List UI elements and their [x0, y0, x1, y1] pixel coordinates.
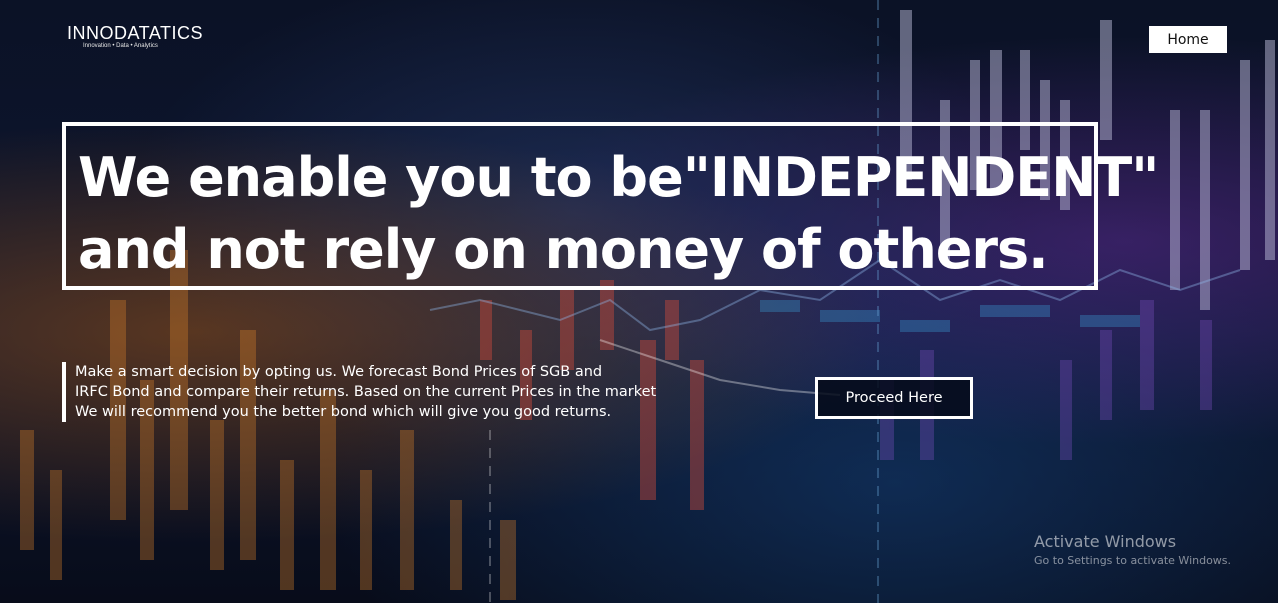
- background-candlestick-chart-image: [20, 0, 1275, 603]
- brand-logo[interactable]: INNODATATICS Innovation • Data • Analyti…: [67, 24, 203, 49]
- brand-tagline: Innovation • Data • Analytics: [83, 43, 158, 49]
- hero-headline-line2: and not rely on money of others.: [78, 218, 1049, 281]
- hero-description: Make a smart decision by opting us. We f…: [62, 362, 735, 422]
- brand-name: INNODATATICS: [67, 23, 203, 43]
- proceed-button[interactable]: Proceed Here: [815, 377, 973, 419]
- watermark-subtitle: Go to Settings to activate Windows.: [1034, 554, 1232, 567]
- landing-page: INNODATATICS Innovation • Data • Analyti…: [0, 0, 1278, 603]
- description-line1: Make a smart decision by opting us. We f…: [75, 364, 603, 380]
- home-button[interactable]: Home: [1149, 26, 1227, 53]
- watermark-title: Activate Windows: [1034, 532, 1177, 551]
- hero-headline: We enable you to be"INDEPENDENT" and not…: [66, 126, 1159, 286]
- description-line3: We will recommend you the better bond wh…: [75, 404, 612, 420]
- hero-headline-box: We enable you to be"INDEPENDENT" and not…: [62, 122, 1159, 290]
- hero-headline-line1: We enable you to be"INDEPENDENT": [78, 146, 1159, 209]
- activate-windows-watermark: Activate Windows Go to Settings to activ…: [1034, 532, 1231, 570]
- description-line2: IRFC Bond and compare their returns. Bas…: [75, 384, 657, 400]
